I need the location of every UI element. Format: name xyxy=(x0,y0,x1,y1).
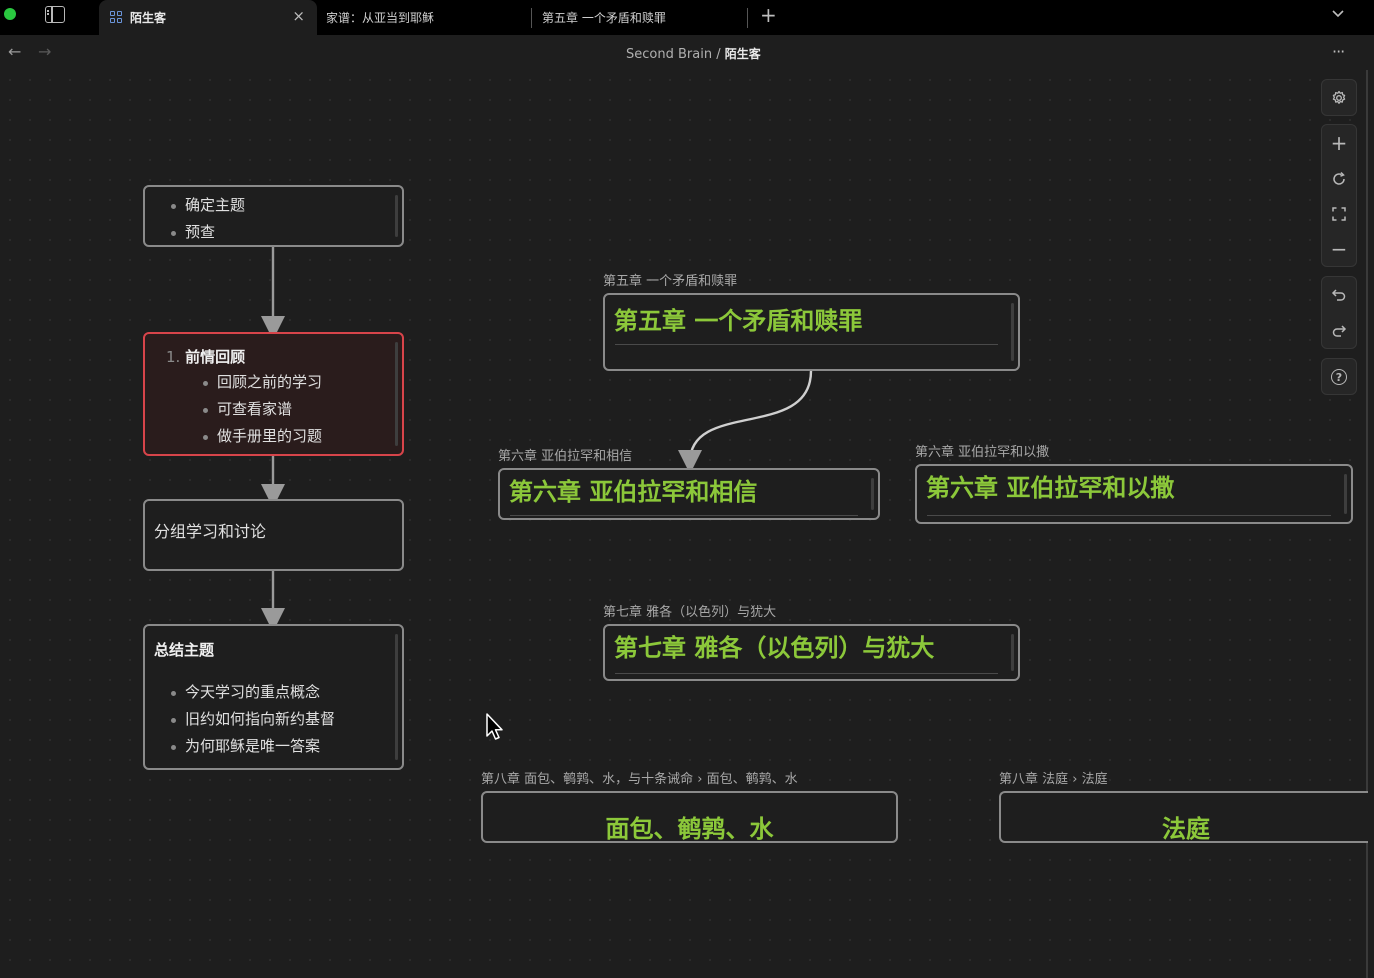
note-label-ch6a[interactable]: 第六章 亚伯拉罕和相信 xyxy=(498,445,632,464)
toolbar-settings-group xyxy=(1321,79,1357,116)
heading-divider xyxy=(927,515,1331,516)
heading-divider xyxy=(510,515,858,516)
list-number: 1. xyxy=(166,348,181,366)
note-heading: 第七章 雅各（以色列）与犹大 xyxy=(614,634,935,662)
heading-divider xyxy=(615,344,998,345)
note-card-ch8a[interactable]: 面包、鹌鹑、水 xyxy=(481,791,898,843)
breadcrumb: Second Brain / 陌生客 xyxy=(626,45,761,62)
list-item: 确定主题 xyxy=(170,192,245,219)
forward-arrow-icon[interactable]: → xyxy=(38,42,51,61)
note-card-ch6a[interactable]: 第六章 亚伯拉罕和相信 xyxy=(498,468,880,520)
tab-label: 家谱：从亚当到耶稣 xyxy=(326,11,435,25)
toolbar-history-group xyxy=(1321,276,1357,349)
mouse-cursor-icon xyxy=(486,713,503,740)
reset-zoom-button[interactable] xyxy=(1322,162,1356,196)
note-heading: 法庭 xyxy=(1162,815,1210,843)
refresh-icon xyxy=(1333,171,1345,185)
tab-divider xyxy=(531,8,532,28)
tab-divider xyxy=(747,8,748,28)
list-item: 为何耶稣是唯一答案 xyxy=(170,733,335,760)
help-icon: ? xyxy=(1331,369,1347,385)
canvas-icon xyxy=(110,11,122,23)
close-icon[interactable]: × xyxy=(292,7,305,25)
tab-label: 第五章 一个矛盾和赎罪 xyxy=(542,11,666,25)
back-arrow-icon[interactable]: ← xyxy=(8,42,21,61)
list-item: 旧约如何指向新约基督 xyxy=(170,706,335,733)
note-card-ch8b[interactable]: 法庭 xyxy=(999,791,1368,843)
fit-icon xyxy=(1332,207,1346,221)
toolbar-zoom-group: + − xyxy=(1321,124,1357,267)
note-heading: 第六章 亚伯拉罕和以撒 xyxy=(926,474,1175,502)
flow-card-recap[interactable]: 1. 前情回顾 回顾之前的学习 可查看家谱 做手册里的习题 xyxy=(143,332,404,456)
scrollbar[interactable] xyxy=(395,195,398,237)
note-card-ch5[interactable]: 第五章 一个矛盾和赎罪 xyxy=(603,293,1020,371)
breadcrumb-separator: / xyxy=(712,47,725,62)
zoom-out-button[interactable]: − xyxy=(1322,232,1356,266)
redo-button[interactable] xyxy=(1322,314,1356,348)
flow-card-topic[interactable]: 确定主题 预查 xyxy=(143,185,404,247)
chevron-down-icon[interactable] xyxy=(1331,6,1345,20)
zoom-in-button[interactable]: + xyxy=(1322,126,1356,160)
note-card-ch7[interactable]: 第七章 雅各（以色列）与犹大 xyxy=(603,624,1020,681)
recap-title: 前情回顾 xyxy=(185,348,246,366)
note-heading: 面包、鹌鹑、水 xyxy=(605,815,774,843)
card-text: 分组学习和讨论 xyxy=(154,522,267,541)
scrollbar[interactable] xyxy=(1011,303,1014,361)
list-item: 预查 xyxy=(170,219,245,246)
scrollbar[interactable] xyxy=(395,634,398,760)
scrollbar[interactable] xyxy=(871,478,874,510)
tab-chapter-five[interactable]: 第五章 一个矛盾和赎罪 xyxy=(542,0,746,35)
undo-icon xyxy=(1331,289,1346,301)
window-zoom-dot[interactable] xyxy=(4,8,16,20)
note-card-ch6b[interactable]: 第六章 亚伯拉罕和以撒 xyxy=(915,464,1353,524)
tab-label: 陌生客 xyxy=(130,11,167,25)
list-item: 今天学习的重点概念 xyxy=(170,679,335,706)
note-label-ch7[interactable]: 第七章 雅各（以色列）与犹大 xyxy=(603,601,776,620)
scrollbar[interactable] xyxy=(395,342,398,446)
sidebar-toggle-icon[interactable] xyxy=(45,6,65,23)
breadcrumb-current[interactable]: 陌生客 xyxy=(725,47,761,61)
note-label-ch8b[interactable]: 第八章 法庭 › 法庭 xyxy=(999,768,1108,787)
undo-button[interactable] xyxy=(1322,278,1356,312)
list-item: 回顾之前的学习 xyxy=(202,369,322,396)
settings-button[interactable] xyxy=(1322,81,1356,115)
flow-card-discussion[interactable]: 分组学习和讨论 xyxy=(143,499,404,571)
new-tab-button[interactable]: + xyxy=(760,3,777,27)
gear-icon xyxy=(1332,90,1346,104)
more-options-icon[interactable]: ··· xyxy=(1332,42,1345,61)
help-button[interactable]: ? xyxy=(1322,360,1356,394)
note-label-ch8a[interactable]: 第八章 面包、鹌鹑、水，与十条诫命 › 面包、鹌鹑、水 xyxy=(481,768,798,787)
scrollbar[interactable] xyxy=(1344,474,1347,514)
note-heading: 第六章 亚伯拉罕和相信 xyxy=(509,478,758,506)
list-item: 做手册里的习题 xyxy=(202,423,322,450)
heading-divider xyxy=(615,673,998,674)
note-label-ch5[interactable]: 第五章 一个矛盾和赎罪 xyxy=(603,270,737,289)
tab-genealogy[interactable]: 家谱：从亚当到耶稣 xyxy=(326,0,530,35)
note-label-ch6b[interactable]: 第六章 亚伯拉罕和以撒 xyxy=(915,441,1049,460)
redo-icon xyxy=(1332,325,1347,337)
breadcrumb-root[interactable]: Second Brain xyxy=(626,47,712,62)
list-item: 可查看家谱 xyxy=(202,396,322,423)
scrollbar[interactable] xyxy=(1011,634,1014,671)
tab-bar: 陌生客 × 家谱：从亚当到耶稣 第五章 一个矛盾和赎罪 + xyxy=(0,0,1374,35)
note-heading: 第五章 一个矛盾和赎罪 xyxy=(614,307,863,335)
flow-card-summary[interactable]: 总结主题 今天学习的重点概念 旧约如何指向新约基督 为何耶稣是唯一答案 xyxy=(143,624,404,770)
summary-title: 总结主题 xyxy=(154,641,215,659)
tab-canvas-active[interactable]: 陌生客 × xyxy=(99,0,317,35)
fit-view-button[interactable] xyxy=(1322,197,1356,231)
toolbar-help-group: ? xyxy=(1321,358,1357,395)
